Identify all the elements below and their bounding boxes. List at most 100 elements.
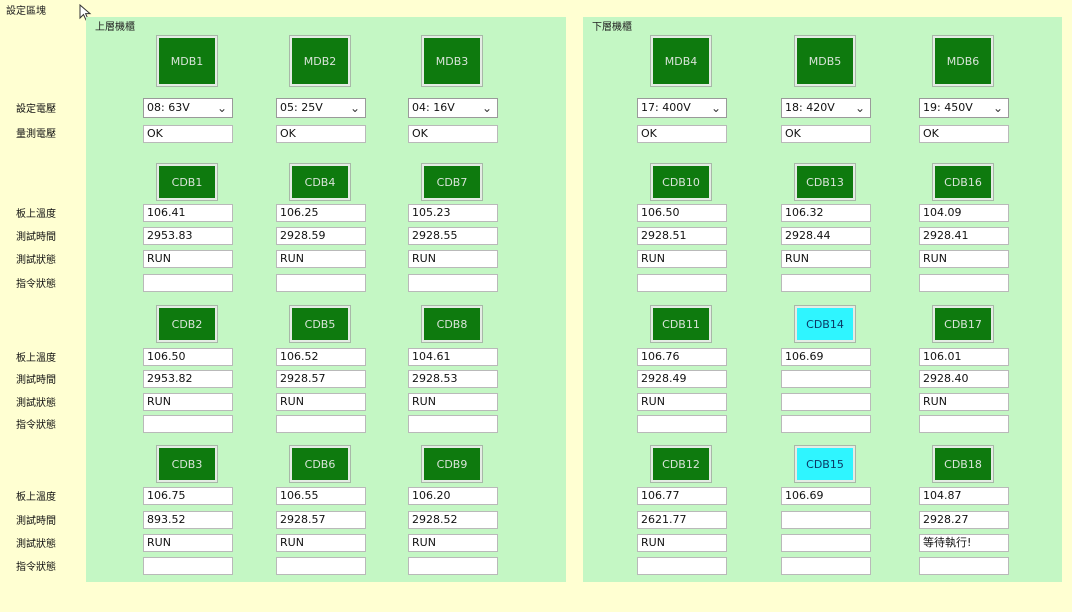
cdb-button[interactable]: CDB16 xyxy=(932,163,994,201)
test-time-field[interactable]: 2621.77 xyxy=(637,511,727,529)
cdb-button[interactable]: CDB13 xyxy=(794,163,856,201)
test-status-field[interactable]: RUN xyxy=(276,393,366,411)
cdb-button[interactable]: CDB4 xyxy=(289,163,351,201)
test-time-field[interactable]: 2928.44 xyxy=(781,227,871,245)
cdb-button[interactable]: CDB7 xyxy=(421,163,483,201)
test-time-field[interactable] xyxy=(781,370,871,388)
test-status-field[interactable]: RUN xyxy=(143,250,233,268)
voltage-select[interactable]: 18: 420V ⌄ xyxy=(781,98,871,118)
test-status-field[interactable] xyxy=(781,393,871,411)
cdb-button[interactable]: CDB5 xyxy=(289,305,351,343)
test-time-field[interactable]: 2928.27 xyxy=(919,511,1009,529)
test-time-field[interactable]: 2928.40 xyxy=(919,370,1009,388)
test-status-field[interactable]: RUN xyxy=(408,534,498,552)
board-temp-field[interactable]: 106.01 xyxy=(919,348,1009,366)
measured-voltage-field[interactable]: OK xyxy=(637,125,727,143)
measured-voltage-field[interactable]: OK xyxy=(919,125,1009,143)
command-status-field[interactable] xyxy=(276,274,366,292)
board-temp-field[interactable]: 104.87 xyxy=(919,487,1009,505)
test-time-field[interactable]: 2953.83 xyxy=(143,227,233,245)
voltage-select[interactable]: 17: 400V ⌄ xyxy=(637,98,727,118)
test-status-field[interactable]: RUN xyxy=(781,250,871,268)
cdb-button[interactable]: CDB15 xyxy=(794,445,856,483)
voltage-select[interactable]: 04: 16V ⌄ xyxy=(408,98,498,118)
test-status-field[interactable]: RUN xyxy=(143,393,233,411)
mdb-button[interactable]: MDB6 xyxy=(932,35,994,87)
test-time-field[interactable]: 2928.57 xyxy=(276,511,366,529)
test-time-field[interactable] xyxy=(781,511,871,529)
test-status-field[interactable]: RUN xyxy=(408,250,498,268)
board-temp-field[interactable]: 106.75 xyxy=(143,487,233,505)
board-temp-field[interactable]: 106.77 xyxy=(637,487,727,505)
cdb-button[interactable]: CDB1 xyxy=(156,163,218,201)
command-status-field[interactable] xyxy=(143,274,233,292)
command-status-field[interactable] xyxy=(143,557,233,575)
board-temp-field[interactable]: 106.69 xyxy=(781,487,871,505)
voltage-select[interactable]: 05: 25V ⌄ xyxy=(276,98,366,118)
board-temp-field[interactable]: 106.41 xyxy=(143,204,233,222)
mdb-button[interactable]: MDB1 xyxy=(156,35,218,87)
cdb-button[interactable]: CDB17 xyxy=(932,305,994,343)
test-time-field[interactable]: 2928.59 xyxy=(276,227,366,245)
mdb-button[interactable]: MDB2 xyxy=(289,35,351,87)
command-status-field[interactable] xyxy=(408,557,498,575)
voltage-select[interactable]: 19: 450V ⌄ xyxy=(919,98,1009,118)
board-temp-field[interactable]: 106.50 xyxy=(637,204,727,222)
test-status-field[interactable]: RUN xyxy=(637,393,727,411)
command-status-field[interactable] xyxy=(919,274,1009,292)
test-status-field[interactable]: RUN xyxy=(276,534,366,552)
board-temp-field[interactable]: 106.55 xyxy=(276,487,366,505)
test-time-field[interactable]: 2928.41 xyxy=(919,227,1009,245)
cdb-button[interactable]: CDB3 xyxy=(156,445,218,483)
test-time-field[interactable]: 2928.55 xyxy=(408,227,498,245)
measured-voltage-field[interactable]: OK xyxy=(781,125,871,143)
board-temp-field[interactable]: 106.25 xyxy=(276,204,366,222)
cdb-button[interactable]: CDB8 xyxy=(421,305,483,343)
board-temp-field[interactable]: 106.20 xyxy=(408,487,498,505)
test-status-field[interactable]: RUN xyxy=(637,250,727,268)
test-status-field[interactable] xyxy=(781,534,871,552)
command-status-field[interactable] xyxy=(408,274,498,292)
test-status-field[interactable]: RUN xyxy=(143,534,233,552)
board-temp-field[interactable]: 106.52 xyxy=(276,348,366,366)
test-status-field[interactable]: RUN xyxy=(276,250,366,268)
test-time-field[interactable]: 2928.57 xyxy=(276,370,366,388)
cdb-button[interactable]: CDB14 xyxy=(794,305,856,343)
command-status-field[interactable] xyxy=(408,415,498,433)
command-status-field[interactable] xyxy=(637,274,727,292)
test-status-field[interactable]: RUN xyxy=(919,250,1009,268)
test-time-field[interactable]: 893.52 xyxy=(143,511,233,529)
command-status-field[interactable] xyxy=(637,415,727,433)
board-temp-field[interactable]: 106.50 xyxy=(143,348,233,366)
voltage-select[interactable]: 08: 63V ⌄ xyxy=(143,98,233,118)
command-status-field[interactable] xyxy=(637,557,727,575)
test-time-field[interactable]: 2928.51 xyxy=(637,227,727,245)
command-status-field[interactable] xyxy=(143,415,233,433)
board-temp-field[interactable]: 104.61 xyxy=(408,348,498,366)
test-time-field[interactable]: 2928.52 xyxy=(408,511,498,529)
command-status-field[interactable] xyxy=(781,274,871,292)
measured-voltage-field[interactable]: OK xyxy=(408,125,498,143)
cdb-button[interactable]: CDB2 xyxy=(156,305,218,343)
cdb-button[interactable]: CDB18 xyxy=(932,445,994,483)
board-temp-field[interactable]: 104.09 xyxy=(919,204,1009,222)
cdb-button[interactable]: CDB12 xyxy=(650,445,712,483)
measured-voltage-field[interactable]: OK xyxy=(143,125,233,143)
mdb-button[interactable]: MDB5 xyxy=(794,35,856,87)
measured-voltage-field[interactable]: OK xyxy=(276,125,366,143)
test-status-field[interactable]: RUN xyxy=(637,534,727,552)
command-status-field[interactable] xyxy=(919,415,1009,433)
board-temp-field[interactable]: 106.76 xyxy=(637,348,727,366)
command-status-field[interactable] xyxy=(919,557,1009,575)
command-status-field[interactable] xyxy=(781,415,871,433)
command-status-field[interactable] xyxy=(276,557,366,575)
test-status-field[interactable]: RUN xyxy=(919,393,1009,411)
test-status-field[interactable]: 等待執行! xyxy=(919,534,1009,552)
test-status-field[interactable]: RUN xyxy=(408,393,498,411)
command-status-field[interactable] xyxy=(276,415,366,433)
test-time-field[interactable]: 2928.53 xyxy=(408,370,498,388)
test-time-field[interactable]: 2953.82 xyxy=(143,370,233,388)
command-status-field[interactable] xyxy=(781,557,871,575)
board-temp-field[interactable]: 106.69 xyxy=(781,348,871,366)
cdb-button[interactable]: CDB10 xyxy=(650,163,712,201)
